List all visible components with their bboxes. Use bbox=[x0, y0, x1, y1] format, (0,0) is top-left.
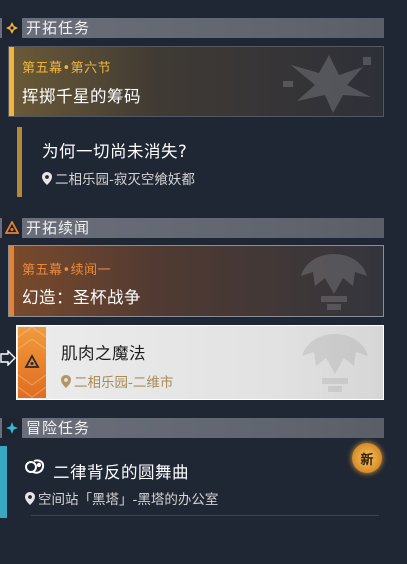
quest-location: 二相乐园-二维市 bbox=[61, 371, 173, 391]
quest-accent-bar bbox=[9, 246, 14, 316]
quest-location: 空间站「黑塔」-黑塔的办公室 bbox=[25, 488, 218, 508]
quest-card-companion[interactable]: 第五幕•续闻一 幻造：圣杯战争 bbox=[8, 245, 384, 317]
quest-chapter: 第五幕•续闻一 bbox=[22, 263, 112, 278]
adventure-mission-icon bbox=[2, 418, 22, 438]
new-badge: 新 bbox=[352, 443, 382, 473]
quest-location-text: 空间站「黑塔」-黑塔的办公室 bbox=[38, 492, 219, 508]
entry-divider bbox=[31, 515, 379, 516]
quest-adventure-entry[interactable]: 二律背反的圆舞曲 空间站「黑塔」-黑塔的办公室 bbox=[7, 446, 384, 518]
quest-card-selected[interactable]: 肌肉之魔法 二相乐园-二维市 bbox=[16, 325, 384, 400]
quest-emblem-icon bbox=[302, 334, 368, 392]
quest-sub-entry[interactable]: 为何一切尚未消失? 二相乐园-寂灭空飨妖都 bbox=[22, 127, 384, 197]
quest-name: 挥掷千星的筹码 bbox=[22, 87, 141, 106]
quest-location: 二相乐园-寂灭空飨妖都 bbox=[42, 168, 195, 188]
location-pin-icon bbox=[42, 171, 52, 185]
dance-mission-icon bbox=[25, 459, 45, 474]
companion-mission-icon bbox=[2, 218, 22, 238]
quest-name: 二律背反的圆舞曲 bbox=[53, 463, 189, 482]
quest-emblem-icon bbox=[301, 254, 367, 310]
location-pin-icon bbox=[61, 374, 71, 388]
quest-location-text: 二相乐园-寂灭空飨妖都 bbox=[55, 172, 195, 188]
companion-mission-icon bbox=[24, 354, 40, 368]
quest-location-text: 二相乐园-二维市 bbox=[74, 375, 174, 391]
quest-type-tag bbox=[18, 327, 46, 398]
selection-arrow-icon bbox=[0, 350, 16, 366]
quest-accent-bar bbox=[0, 446, 7, 518]
section-title-companion: 开拓续闻 bbox=[26, 219, 91, 237]
quest-card-main[interactable]: 第五幕•第六节 挥掷千星的筹码 bbox=[8, 46, 384, 117]
section-title-adventure: 冒险任务 bbox=[26, 419, 91, 437]
quest-chapter: 第五幕•第六节 bbox=[22, 61, 112, 76]
location-pin-icon bbox=[25, 491, 35, 505]
section-title-trailblaze: 开拓任务 bbox=[26, 19, 91, 37]
quest-accent-bar bbox=[9, 47, 14, 116]
quest-name: 幻造：圣杯战争 bbox=[22, 288, 141, 307]
quest-name: 为何一切尚未消失? bbox=[42, 142, 188, 161]
quest-name: 肌肉之魔法 bbox=[61, 344, 146, 363]
trailblaze-icon bbox=[2, 18, 22, 38]
quest-emblem-icon bbox=[283, 55, 371, 113]
